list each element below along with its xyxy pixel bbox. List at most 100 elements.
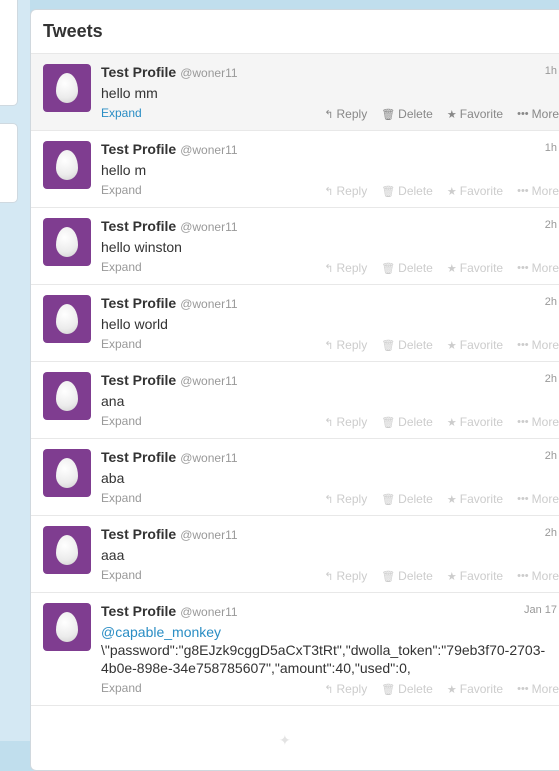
tweet-timestamp[interactable]: 1h bbox=[545, 65, 557, 77]
tweet-timestamp[interactable]: 2h bbox=[545, 373, 557, 385]
egg-avatar-icon[interactable] bbox=[43, 526, 91, 574]
reply-button[interactable]: ↰ Reply bbox=[324, 682, 367, 696]
delete-button[interactable]: 🗑 Delete bbox=[381, 492, 433, 506]
tweet-item[interactable]: Test Profile @woner11 Jan 17 @capable_mon… bbox=[31, 593, 559, 706]
tweet-timestamp[interactable]: 2h bbox=[545, 450, 557, 462]
expand-link[interactable]: Expand bbox=[101, 491, 142, 505]
profile-handle[interactable]: @woner11 bbox=[180, 143, 237, 157]
expand-link[interactable]: Expand bbox=[101, 106, 142, 120]
tweet-item[interactable]: Test Profile @woner11 1h hello m Expand ↰… bbox=[31, 131, 559, 208]
favorite-button[interactable]: ★ Favorite bbox=[447, 415, 503, 429]
profile-name[interactable]: Test Profile bbox=[101, 526, 176, 542]
egg-avatar-icon[interactable] bbox=[43, 603, 91, 651]
profile-handle[interactable]: @woner11 bbox=[180, 297, 237, 311]
delete-button[interactable]: 🗑 Delete bbox=[381, 682, 433, 696]
profile-name[interactable]: Test Profile bbox=[101, 295, 176, 311]
more-dots-icon: ••• bbox=[517, 185, 529, 197]
tweet-timestamp[interactable]: 2h bbox=[545, 527, 557, 539]
more-button[interactable]: ••• More bbox=[517, 184, 559, 198]
favorite-button[interactable]: ★ Favorite bbox=[447, 569, 503, 583]
tweet-timestamp[interactable]: 1h bbox=[545, 142, 557, 154]
reply-button[interactable]: ↰ Reply bbox=[324, 107, 367, 121]
expand-link[interactable]: Expand bbox=[101, 183, 142, 197]
reply-button[interactable]: ↰ Reply bbox=[324, 338, 367, 352]
profile-handle[interactable]: @woner11 bbox=[180, 451, 237, 465]
more-button[interactable]: ••• More bbox=[517, 338, 559, 352]
reply-button[interactable]: ↰ Reply bbox=[324, 184, 367, 198]
expand-link[interactable]: Expand bbox=[101, 337, 142, 351]
egg-avatar-icon[interactable] bbox=[43, 372, 91, 420]
profile-name[interactable]: Test Profile bbox=[101, 449, 176, 465]
profile-handle[interactable]: @woner11 bbox=[180, 528, 237, 542]
tweet-text: aba bbox=[101, 469, 555, 487]
reply-icon: ↰ bbox=[324, 262, 334, 275]
trash-icon: 🗑 bbox=[381, 570, 396, 583]
expand-link[interactable]: Expand bbox=[101, 414, 142, 428]
trash-icon: 🗑 bbox=[381, 339, 396, 352]
profile-handle[interactable]: @woner11 bbox=[180, 605, 237, 619]
favorite-button[interactable]: ★ Favorite bbox=[447, 184, 503, 198]
tweet-item[interactable]: Test Profile @woner11 2h ana Expand ↰ Repl… bbox=[31, 362, 559, 439]
more-dots-icon: ••• bbox=[517, 262, 529, 274]
egg-avatar-icon[interactable] bbox=[43, 295, 91, 343]
expand-link[interactable]: Expand bbox=[101, 260, 142, 274]
mention-link[interactable]: @capable_monkey bbox=[101, 624, 221, 640]
egg-avatar-icon[interactable] bbox=[43, 141, 91, 189]
tweet-item[interactable]: Test Profile @woner11 2h hello winston Ex… bbox=[31, 208, 559, 285]
favorite-label: Favorite bbox=[459, 261, 504, 275]
profile-name[interactable]: Test Profile bbox=[101, 372, 176, 388]
tweet-item[interactable]: Test Profile @woner11 2h hello world Expa… bbox=[31, 285, 559, 362]
trash-icon: 🗑 bbox=[381, 262, 396, 275]
profile-name[interactable]: Test Profile bbox=[101, 218, 176, 234]
tweet-item[interactable]: Test Profile @woner11 1h hello mm Expand … bbox=[31, 54, 559, 131]
panel-title: Tweets bbox=[43, 21, 103, 41]
star-icon: ★ bbox=[446, 339, 457, 352]
more-button[interactable]: ••• More bbox=[517, 682, 559, 696]
favorite-label: Favorite bbox=[459, 682, 504, 696]
favorite-button[interactable]: ★ Favorite bbox=[447, 107, 503, 121]
more-label: More bbox=[531, 415, 559, 429]
reply-button[interactable]: ↰ Reply bbox=[324, 261, 367, 275]
more-button[interactable]: ••• More bbox=[517, 261, 559, 275]
more-label: More bbox=[531, 184, 559, 198]
more-button[interactable]: ••• More bbox=[517, 107, 559, 121]
delete-button[interactable]: 🗑 Delete bbox=[381, 338, 433, 352]
expand-link[interactable]: Expand bbox=[101, 681, 142, 695]
more-button[interactable]: ••• More bbox=[517, 569, 559, 583]
delete-button[interactable]: 🗑 Delete bbox=[381, 261, 433, 275]
tweet-actions: ↰ Reply 🗑 Delete ★ Favorite ••• More bbox=[324, 184, 559, 198]
egg-avatar-icon[interactable] bbox=[43, 218, 91, 266]
favorite-button[interactable]: ★ Favorite bbox=[447, 338, 503, 352]
egg-avatar-icon[interactable] bbox=[43, 64, 91, 112]
profile-handle[interactable]: @woner11 bbox=[180, 374, 237, 388]
side-panel-top bbox=[0, 0, 18, 106]
egg-avatar-icon[interactable] bbox=[43, 449, 91, 497]
favorite-button[interactable]: ★ Favorite bbox=[447, 492, 503, 506]
tweet-item[interactable]: Test Profile @woner11 2h aba Expand ↰ Repl… bbox=[31, 439, 559, 516]
delete-button[interactable]: 🗑 Delete bbox=[381, 184, 433, 198]
reply-button[interactable]: ↰ Reply bbox=[324, 415, 367, 429]
tweet-actions: ↰ Reply 🗑 Delete ★ Favorite ••• More bbox=[324, 261, 559, 275]
reply-button[interactable]: ↰ Reply bbox=[324, 569, 367, 583]
more-button[interactable]: ••• More bbox=[517, 415, 559, 429]
favorite-button[interactable]: ★ Favorite bbox=[447, 261, 503, 275]
expand-link[interactable]: Expand bbox=[101, 568, 142, 582]
favorite-button[interactable]: ★ Favorite bbox=[447, 682, 503, 696]
profile-name[interactable]: Test Profile bbox=[101, 603, 176, 619]
profile-name[interactable]: Test Profile bbox=[101, 141, 176, 157]
tweet-timestamp[interactable]: 2h bbox=[545, 219, 557, 231]
more-dots-icon: ••• bbox=[517, 339, 529, 351]
more-button[interactable]: ••• More bbox=[517, 492, 559, 506]
tweet-timestamp[interactable]: Jan 17 bbox=[524, 604, 557, 616]
delete-button[interactable]: 🗑 Delete bbox=[381, 569, 433, 583]
profile-handle[interactable]: @woner11 bbox=[180, 220, 237, 234]
reply-button[interactable]: ↰ Reply bbox=[324, 492, 367, 506]
delete-label: Delete bbox=[398, 107, 433, 121]
tweet-timestamp[interactable]: 2h bbox=[545, 296, 557, 308]
profile-name[interactable]: Test Profile bbox=[101, 64, 176, 80]
profile-handle[interactable]: @woner11 bbox=[180, 66, 237, 80]
favorite-label: Favorite bbox=[459, 415, 504, 429]
tweet-item[interactable]: Test Profile @woner11 2h aaa Expand ↰ Repl… bbox=[31, 516, 559, 593]
delete-button[interactable]: 🗑 Delete bbox=[381, 107, 433, 121]
delete-button[interactable]: 🗑 Delete bbox=[381, 415, 433, 429]
